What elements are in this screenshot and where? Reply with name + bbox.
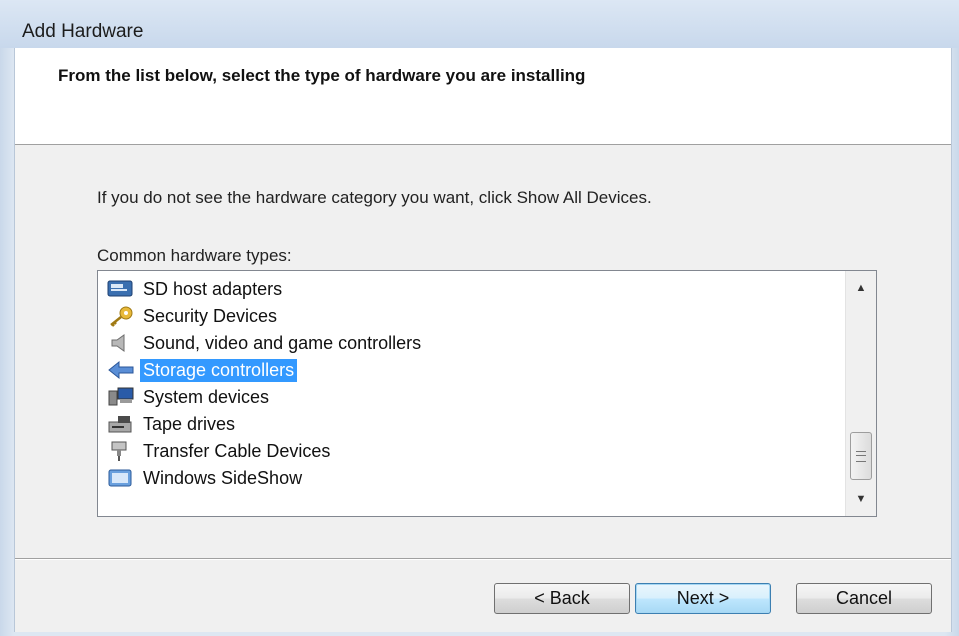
list-item-system-devices[interactable]: System devices xyxy=(106,384,272,410)
list-item-label: SD host adapters xyxy=(143,278,283,299)
header-title: From the list below, select the type of … xyxy=(58,66,586,85)
list-item-windows-sideshow[interactable]: Windows SideShow xyxy=(106,465,305,491)
cancel-button[interactable]: Cancel xyxy=(796,583,932,614)
speaker-icon xyxy=(106,332,136,354)
key-icon xyxy=(106,305,136,327)
header-panel: From the list below, select the type of … xyxy=(15,48,951,145)
hardware-type-list[interactable]: SD host adapters Security Devices Sound,… xyxy=(97,270,877,517)
list-item-label: Tape drives xyxy=(143,413,236,434)
instruction-text: If you do not see the hardware category … xyxy=(97,188,652,207)
list-item-sound-video-game[interactable]: Sound, video and game controllers xyxy=(106,330,424,356)
sideshow-icon xyxy=(106,467,136,489)
list-item-tape-drives[interactable]: Tape drives xyxy=(106,411,238,437)
scroll-up-arrow[interactable]: ▲ xyxy=(846,276,876,300)
dialog-body: From the list below, select the type of … xyxy=(14,48,952,632)
sd-card-icon xyxy=(106,278,136,300)
footer-separator xyxy=(15,558,951,560)
list-item-security-devices[interactable]: Security Devices xyxy=(106,303,280,329)
next-button[interactable]: Next > xyxy=(635,583,771,614)
list-item-label: System devices xyxy=(143,386,270,407)
scroll-down-arrow[interactable]: ▼ xyxy=(846,487,876,511)
title-bar[interactable]: Add Hardware xyxy=(0,0,959,48)
storage-controller-icon xyxy=(106,359,136,381)
list-item-label: Sound, video and game controllers xyxy=(143,332,422,353)
computer-icon xyxy=(106,386,136,408)
window-title: Add Hardware xyxy=(22,21,144,42)
list-item-label: Security Devices xyxy=(143,305,278,326)
list-label: Common hardware types: xyxy=(97,246,292,265)
list-item-label: Windows SideShow xyxy=(143,467,303,488)
tape-drive-icon xyxy=(106,413,136,435)
scrollbar-thumb[interactable] xyxy=(850,432,872,480)
list-item-sd-host-adapters[interactable]: SD host adapters xyxy=(106,276,285,302)
list-item-label: Storage controllers xyxy=(140,358,298,382)
cable-icon xyxy=(106,440,136,462)
list-item-storage-controllers[interactable]: Storage controllers xyxy=(106,357,298,383)
hardware-type-items: SD host adapters Security Devices Sound,… xyxy=(98,271,840,516)
list-item-transfer-cable[interactable]: Transfer Cable Devices xyxy=(106,438,333,464)
grip-icon xyxy=(856,451,866,462)
window-frame: Add Hardware From the list below, select… xyxy=(0,0,959,636)
back-button[interactable]: < Back xyxy=(494,583,630,614)
list-item-label: Transfer Cable Devices xyxy=(143,440,331,461)
vertical-scrollbar[interactable]: ▲ ▼ xyxy=(845,271,876,516)
